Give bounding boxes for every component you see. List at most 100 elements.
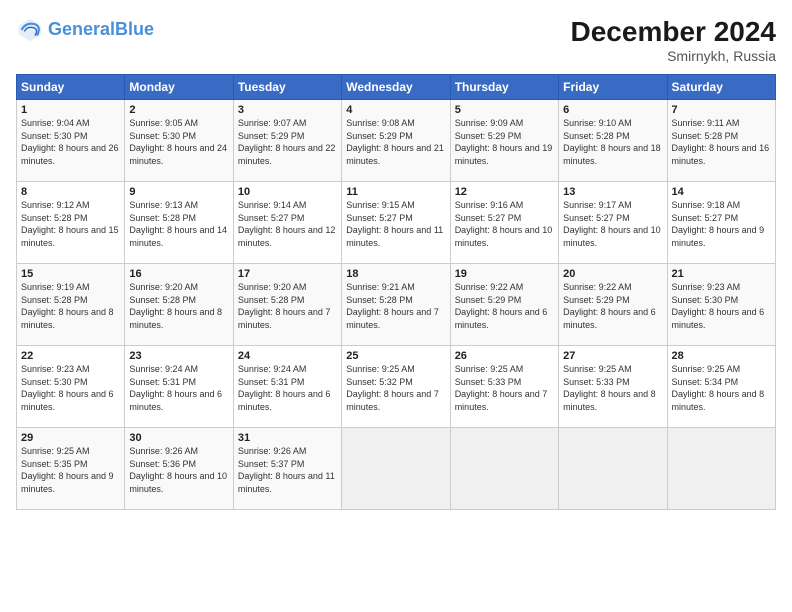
day-info: Sunrise: 9:05 AM Sunset: 5:30 PM Dayligh… — [129, 117, 228, 167]
day-info: Sunrise: 9:23 AM Sunset: 5:30 PM Dayligh… — [672, 281, 771, 331]
calendar-cell: 13 Sunrise: 9:17 AM Sunset: 5:27 PM Dayl… — [559, 182, 667, 264]
calendar-header: SundayMondayTuesdayWednesdayThursdayFrid… — [17, 75, 776, 100]
day-number: 17 — [238, 268, 337, 280]
calendar-cell: 15 Sunrise: 9:19 AM Sunset: 5:28 PM Dayl… — [17, 264, 125, 346]
day-info: Sunrise: 9:25 AM Sunset: 5:32 PM Dayligh… — [346, 363, 445, 413]
weekday-header: Saturday — [667, 75, 775, 100]
calendar-cell: 22 Sunrise: 9:23 AM Sunset: 5:30 PM Dayl… — [17, 346, 125, 428]
calendar-cell — [667, 428, 775, 510]
calendar-cell: 18 Sunrise: 9:21 AM Sunset: 5:28 PM Dayl… — [342, 264, 450, 346]
day-number: 26 — [455, 350, 554, 362]
calendar-cell: 1 Sunrise: 9:04 AM Sunset: 5:30 PM Dayli… — [17, 100, 125, 182]
day-number: 31 — [238, 432, 337, 444]
day-info: Sunrise: 9:23 AM Sunset: 5:30 PM Dayligh… — [21, 363, 120, 413]
day-info: Sunrise: 9:24 AM Sunset: 5:31 PM Dayligh… — [129, 363, 228, 413]
weekday-header: Sunday — [17, 75, 125, 100]
calendar-week-row: 15 Sunrise: 9:19 AM Sunset: 5:28 PM Dayl… — [17, 264, 776, 346]
calendar-cell: 14 Sunrise: 9:18 AM Sunset: 5:27 PM Dayl… — [667, 182, 775, 264]
day-number: 9 — [129, 186, 228, 198]
logo-line2: Blue — [115, 19, 154, 39]
calendar-cell: 29 Sunrise: 9:25 AM Sunset: 5:35 PM Dayl… — [17, 428, 125, 510]
calendar-week-row: 8 Sunrise: 9:12 AM Sunset: 5:28 PM Dayli… — [17, 182, 776, 264]
day-number: 29 — [21, 432, 120, 444]
day-number: 16 — [129, 268, 228, 280]
day-info: Sunrise: 9:21 AM Sunset: 5:28 PM Dayligh… — [346, 281, 445, 331]
header: GeneralBlue December 2024 Smirnykh, Russ… — [16, 16, 776, 64]
day-info: Sunrise: 9:14 AM Sunset: 5:27 PM Dayligh… — [238, 199, 337, 249]
day-number: 15 — [21, 268, 120, 280]
day-info: Sunrise: 9:20 AM Sunset: 5:28 PM Dayligh… — [129, 281, 228, 331]
calendar-cell: 24 Sunrise: 9:24 AM Sunset: 5:31 PM Dayl… — [233, 346, 341, 428]
day-info: Sunrise: 9:26 AM Sunset: 5:36 PM Dayligh… — [129, 445, 228, 495]
day-info: Sunrise: 9:13 AM Sunset: 5:28 PM Dayligh… — [129, 199, 228, 249]
calendar-cell: 6 Sunrise: 9:10 AM Sunset: 5:28 PM Dayli… — [559, 100, 667, 182]
page: GeneralBlue December 2024 Smirnykh, Russ… — [0, 0, 792, 612]
logo-line1: General — [48, 19, 115, 39]
location: Smirnykh, Russia — [571, 48, 776, 64]
weekday-row: SundayMondayTuesdayWednesdayThursdayFrid… — [17, 75, 776, 100]
calendar-cell: 26 Sunrise: 9:25 AM Sunset: 5:33 PM Dayl… — [450, 346, 558, 428]
calendar-cell: 23 Sunrise: 9:24 AM Sunset: 5:31 PM Dayl… — [125, 346, 233, 428]
calendar-cell: 11 Sunrise: 9:15 AM Sunset: 5:27 PM Dayl… — [342, 182, 450, 264]
day-number: 8 — [21, 186, 120, 198]
calendar-cell: 16 Sunrise: 9:20 AM Sunset: 5:28 PM Dayl… — [125, 264, 233, 346]
calendar-cell: 17 Sunrise: 9:20 AM Sunset: 5:28 PM Dayl… — [233, 264, 341, 346]
day-number: 2 — [129, 104, 228, 116]
calendar-cell — [450, 428, 558, 510]
day-number: 11 — [346, 186, 445, 198]
title-block: December 2024 Smirnykh, Russia — [571, 16, 776, 64]
day-info: Sunrise: 9:26 AM Sunset: 5:37 PM Dayligh… — [238, 445, 337, 495]
calendar-cell: 4 Sunrise: 9:08 AM Sunset: 5:29 PM Dayli… — [342, 100, 450, 182]
day-number: 1 — [21, 104, 120, 116]
day-info: Sunrise: 9:25 AM Sunset: 5:35 PM Dayligh… — [21, 445, 120, 495]
day-info: Sunrise: 9:10 AM Sunset: 5:28 PM Dayligh… — [563, 117, 662, 167]
day-info: Sunrise: 9:12 AM Sunset: 5:28 PM Dayligh… — [21, 199, 120, 249]
day-number: 13 — [563, 186, 662, 198]
day-info: Sunrise: 9:20 AM Sunset: 5:28 PM Dayligh… — [238, 281, 337, 331]
day-number: 27 — [563, 350, 662, 362]
day-number: 28 — [672, 350, 771, 362]
day-number: 30 — [129, 432, 228, 444]
day-number: 21 — [672, 268, 771, 280]
calendar-cell: 12 Sunrise: 9:16 AM Sunset: 5:27 PM Dayl… — [450, 182, 558, 264]
calendar-cell: 27 Sunrise: 9:25 AM Sunset: 5:33 PM Dayl… — [559, 346, 667, 428]
calendar-cell: 31 Sunrise: 9:26 AM Sunset: 5:37 PM Dayl… — [233, 428, 341, 510]
day-info: Sunrise: 9:18 AM Sunset: 5:27 PM Dayligh… — [672, 199, 771, 249]
calendar-cell: 5 Sunrise: 9:09 AM Sunset: 5:29 PM Dayli… — [450, 100, 558, 182]
day-info: Sunrise: 9:17 AM Sunset: 5:27 PM Dayligh… — [563, 199, 662, 249]
day-info: Sunrise: 9:24 AM Sunset: 5:31 PM Dayligh… — [238, 363, 337, 413]
day-number: 5 — [455, 104, 554, 116]
day-info: Sunrise: 9:07 AM Sunset: 5:29 PM Dayligh… — [238, 117, 337, 167]
day-info: Sunrise: 9:25 AM Sunset: 5:33 PM Dayligh… — [455, 363, 554, 413]
weekday-header: Tuesday — [233, 75, 341, 100]
day-number: 25 — [346, 350, 445, 362]
day-number: 23 — [129, 350, 228, 362]
day-number: 24 — [238, 350, 337, 362]
day-info: Sunrise: 9:25 AM Sunset: 5:33 PM Dayligh… — [563, 363, 662, 413]
calendar-cell: 25 Sunrise: 9:25 AM Sunset: 5:32 PM Dayl… — [342, 346, 450, 428]
calendar-cell: 30 Sunrise: 9:26 AM Sunset: 5:36 PM Dayl… — [125, 428, 233, 510]
day-info: Sunrise: 9:04 AM Sunset: 5:30 PM Dayligh… — [21, 117, 120, 167]
calendar-week-row: 22 Sunrise: 9:23 AM Sunset: 5:30 PM Dayl… — [17, 346, 776, 428]
day-info: Sunrise: 9:22 AM Sunset: 5:29 PM Dayligh… — [455, 281, 554, 331]
weekday-header: Thursday — [450, 75, 558, 100]
calendar-cell: 7 Sunrise: 9:11 AM Sunset: 5:28 PM Dayli… — [667, 100, 775, 182]
calendar-cell: 19 Sunrise: 9:22 AM Sunset: 5:29 PM Dayl… — [450, 264, 558, 346]
calendar-cell: 2 Sunrise: 9:05 AM Sunset: 5:30 PM Dayli… — [125, 100, 233, 182]
calendar-cell — [559, 428, 667, 510]
day-info: Sunrise: 9:08 AM Sunset: 5:29 PM Dayligh… — [346, 117, 445, 167]
calendar-cell: 9 Sunrise: 9:13 AM Sunset: 5:28 PM Dayli… — [125, 182, 233, 264]
day-info: Sunrise: 9:09 AM Sunset: 5:29 PM Dayligh… — [455, 117, 554, 167]
day-info: Sunrise: 9:25 AM Sunset: 5:34 PM Dayligh… — [672, 363, 771, 413]
calendar-week-row: 29 Sunrise: 9:25 AM Sunset: 5:35 PM Dayl… — [17, 428, 776, 510]
day-number: 10 — [238, 186, 337, 198]
logo-icon — [16, 16, 44, 44]
calendar-cell — [342, 428, 450, 510]
calendar-cell: 21 Sunrise: 9:23 AM Sunset: 5:30 PM Dayl… — [667, 264, 775, 346]
day-info: Sunrise: 9:11 AM Sunset: 5:28 PM Dayligh… — [672, 117, 771, 167]
day-number: 18 — [346, 268, 445, 280]
logo-text: GeneralBlue — [48, 20, 154, 40]
day-number: 12 — [455, 186, 554, 198]
day-number: 6 — [563, 104, 662, 116]
month-title: December 2024 — [571, 16, 776, 48]
